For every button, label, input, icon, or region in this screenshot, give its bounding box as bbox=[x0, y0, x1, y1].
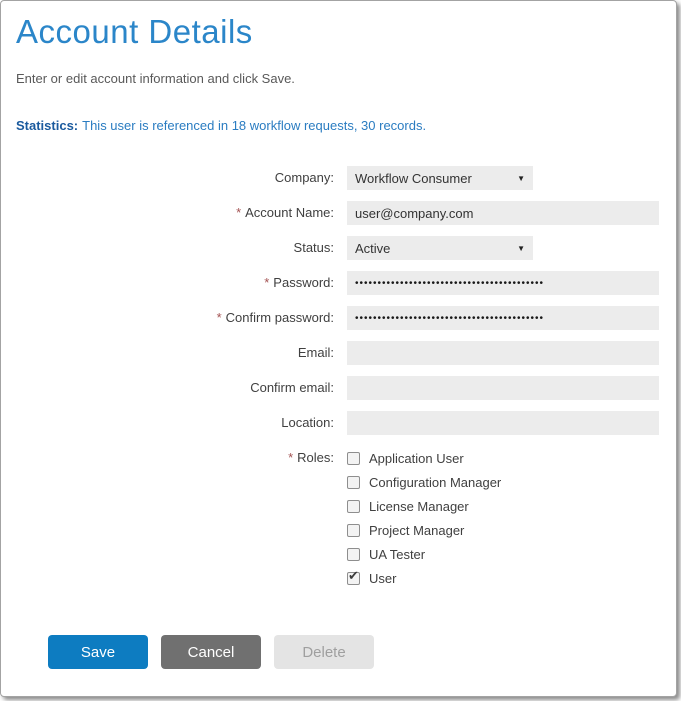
location-label: Location: bbox=[281, 415, 334, 430]
role-label: Configuration Manager bbox=[369, 475, 501, 490]
email-input[interactable] bbox=[347, 341, 659, 365]
role-row-user: ✔ User bbox=[347, 566, 501, 590]
form-row-account-name: * Account Name: bbox=[16, 201, 676, 225]
role-row-license-manager: ✔ License Manager bbox=[347, 494, 501, 518]
company-select[interactable]: Workflow Consumer ▼ bbox=[347, 166, 533, 190]
form-row-confirm-email: Confirm email: bbox=[16, 376, 676, 400]
account-details-page: Account Details Enter or edit account in… bbox=[0, 0, 677, 697]
email-label: Email: bbox=[298, 345, 334, 360]
check-icon: ✔ bbox=[348, 568, 359, 584]
form-row-status: Status: Active ▼ bbox=[16, 236, 676, 260]
required-marker: * bbox=[236, 205, 241, 220]
role-row-application-user: ✔ Application User bbox=[347, 446, 501, 470]
required-marker: * bbox=[264, 275, 269, 290]
location-input[interactable] bbox=[347, 411, 659, 435]
save-button[interactable]: Save bbox=[48, 635, 148, 669]
form-row-confirm-password: * Confirm password: bbox=[16, 306, 676, 330]
role-row-ua-tester: ✔ UA Tester bbox=[347, 542, 501, 566]
role-checkbox-license-manager[interactable]: ✔ bbox=[347, 500, 360, 513]
role-row-configuration-manager: ✔ Configuration Manager bbox=[347, 470, 501, 494]
page-subtitle: Enter or edit account information and cl… bbox=[16, 71, 676, 86]
role-checkbox-project-manager[interactable]: ✔ bbox=[347, 524, 360, 537]
company-label-cell: Company: bbox=[16, 166, 334, 190]
confirm-password-input[interactable] bbox=[347, 306, 659, 330]
roles-options: ✔ Application User ✔ Configuration Manag… bbox=[347, 446, 501, 590]
account-name-label-cell: * Account Name: bbox=[16, 201, 334, 225]
statistics-line: Statistics: This user is referenced in 18… bbox=[16, 118, 676, 133]
cancel-button[interactable]: Cancel bbox=[161, 635, 261, 669]
status-label: Status: bbox=[294, 240, 334, 255]
company-select-value: Workflow Consumer bbox=[355, 171, 472, 186]
company-label: Company: bbox=[275, 170, 334, 185]
required-marker: * bbox=[288, 450, 293, 465]
role-label: User bbox=[369, 571, 396, 586]
status-select-value: Active bbox=[355, 241, 390, 256]
account-name-label: Account Name: bbox=[245, 205, 334, 220]
role-checkbox-application-user[interactable]: ✔ bbox=[347, 452, 360, 465]
form-row-roles: * Roles: ✔ Application User ✔ Configurati… bbox=[16, 446, 676, 590]
account-name-input[interactable] bbox=[347, 201, 659, 225]
role-label: Application User bbox=[369, 451, 464, 466]
button-bar: Save Cancel Delete bbox=[48, 635, 676, 669]
statistics-label: Statistics: bbox=[16, 118, 78, 133]
password-label-cell: * Password: bbox=[16, 271, 334, 295]
statistics-text: This user is referenced in 18 workflow r… bbox=[82, 118, 426, 133]
form-row-email: Email: bbox=[16, 341, 676, 365]
confirm-password-label-cell: * Confirm password: bbox=[16, 306, 334, 330]
chevron-down-icon: ▼ bbox=[517, 174, 525, 183]
password-label: Password: bbox=[273, 275, 334, 290]
confirm-email-input[interactable] bbox=[347, 376, 659, 400]
form-row-password: * Password: bbox=[16, 271, 676, 295]
confirm-password-label: Confirm password: bbox=[226, 310, 334, 325]
roles-label-cell: * Roles: bbox=[16, 446, 334, 590]
form-row-location: Location: bbox=[16, 411, 676, 435]
page-title: Account Details bbox=[16, 13, 676, 51]
delete-button[interactable]: Delete bbox=[274, 635, 374, 669]
role-label: UA Tester bbox=[369, 547, 425, 562]
required-marker: * bbox=[217, 310, 222, 325]
form-row-company: Company: Workflow Consumer ▼ bbox=[16, 166, 676, 190]
email-label-cell: Email: bbox=[16, 341, 334, 365]
password-input[interactable] bbox=[347, 271, 659, 295]
role-row-project-manager: ✔ Project Manager bbox=[347, 518, 501, 542]
role-label: License Manager bbox=[369, 499, 469, 514]
role-checkbox-ua-tester[interactable]: ✔ bbox=[347, 548, 360, 561]
roles-label: Roles: bbox=[297, 450, 334, 465]
status-select[interactable]: Active ▼ bbox=[347, 236, 533, 260]
role-checkbox-user[interactable]: ✔ bbox=[347, 572, 360, 585]
location-label-cell: Location: bbox=[16, 411, 334, 435]
chevron-down-icon: ▼ bbox=[517, 244, 525, 253]
role-checkbox-configuration-manager[interactable]: ✔ bbox=[347, 476, 360, 489]
account-form: Company: Workflow Consumer ▼ * Account Na… bbox=[16, 166, 676, 590]
role-label: Project Manager bbox=[369, 523, 464, 538]
status-label-cell: Status: bbox=[16, 236, 334, 260]
confirm-email-label-cell: Confirm email: bbox=[16, 376, 334, 400]
confirm-email-label: Confirm email: bbox=[250, 380, 334, 395]
